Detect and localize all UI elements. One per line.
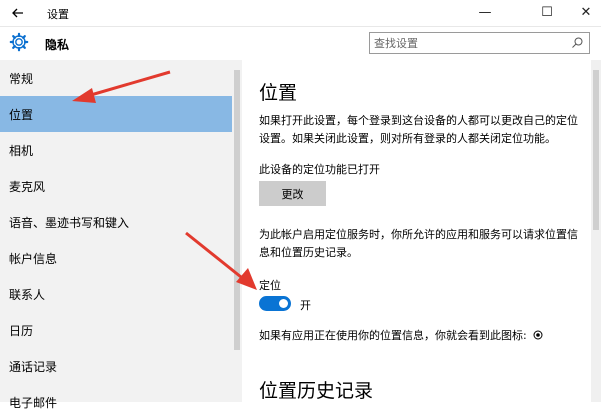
close-button[interactable]: ✕ <box>563 2 601 24</box>
sidebar-item-contacts[interactable]: 联系人 <box>0 276 232 312</box>
sidebar-item-account-info[interactable]: 帐户信息 <box>0 240 232 276</box>
account-location-description: 为此帐户启用定位服务时，你所允许的应用和服务可以请求位置信息和位置历史记录。 <box>259 228 578 259</box>
sidebar-item-calendar[interactable]: 日历 <box>0 312 232 348</box>
page-header: 隐私 <box>0 27 601 60</box>
sidebar-item-label: 麦克风 <box>9 180 46 194</box>
search-input[interactable] <box>374 35 564 51</box>
sidebar-item-label: 语音、墨迹书写和键入 <box>9 216 130 230</box>
sidebar-item-label: 帐户信息 <box>9 252 58 266</box>
sidebar-item-label: 电子邮件 <box>9 396 58 410</box>
minimize-button[interactable]: — <box>462 2 508 24</box>
app-title: 设置 <box>47 8 69 21</box>
sidebar-item-camera[interactable]: 相机 <box>0 132 232 168</box>
sidebar-item-general[interactable]: 常规 <box>0 60 232 96</box>
sidebar-item-microphone[interactable]: 麦克风 <box>0 168 232 204</box>
section-title-location-history: 位置历史记录 <box>259 380 374 402</box>
location-toggle-label: 定位 <box>259 279 281 292</box>
gear-icon <box>9 32 29 52</box>
section-title-location: 位置 <box>259 82 298 104</box>
content-scrollbar-thumb[interactable] <box>593 70 599 230</box>
toggle-knob <box>279 299 288 308</box>
title-bar: 设置 — ☐ ✕ <box>0 0 601 27</box>
page-title: 隐私 <box>45 38 70 52</box>
back-arrow-icon <box>12 8 23 18</box>
sidebar: 常规 位置 相机 麦克风 语音、墨迹书写和键入 帐户信息 联系人 日历 通话记录… <box>0 60 232 410</box>
sidebar-item-label: 常规 <box>9 72 34 86</box>
sidebar-item-label: 相机 <box>9 144 34 158</box>
sidebar-item-label: 通话记录 <box>9 360 58 374</box>
sidebar-item-call-history[interactable]: 通话记录 <box>0 348 232 384</box>
sidebar-item-label: 联系人 <box>9 288 46 302</box>
sidebar-item-speech-inking-typing[interactable]: 语音、墨迹书写和键入 <box>0 204 232 240</box>
back-button[interactable] <box>8 3 28 23</box>
toggle-state-label: 开 <box>300 299 311 312</box>
sidebar-item-label: 位置 <box>9 108 34 122</box>
location-in-use-icon <box>533 330 543 340</box>
location-icon-hint-row: 如果有应用正在使用你的位置信息，你就会看到此图标: <box>259 327 543 343</box>
sidebar-item-label: 日历 <box>9 324 34 338</box>
device-location-status: 此设备的定位功能已打开 <box>259 163 380 176</box>
location-toggle[interactable] <box>259 296 291 311</box>
search-box[interactable] <box>369 32 590 54</box>
sidebar-item-email[interactable]: 电子邮件 <box>0 384 232 420</box>
change-button[interactable]: 更改 <box>259 181 326 206</box>
sidebar-item-location[interactable]: 位置 <box>0 96 232 132</box>
sidebar-scrollbar-thumb[interactable] <box>234 70 240 350</box>
search-icon[interactable] <box>569 35 585 51</box>
location-description: 如果打开此设置，每个登录到这台设备的人都可以更改自己的定位设置。如果关闭此设置，… <box>259 114 578 145</box>
main-content: 位置 如果打开此设置，每个登录到这台设备的人都可以更改自己的定位设置。如果关闭此… <box>242 60 591 402</box>
location-icon-hint: 如果有应用正在使用你的位置信息，你就会看到此图标: <box>259 329 527 342</box>
